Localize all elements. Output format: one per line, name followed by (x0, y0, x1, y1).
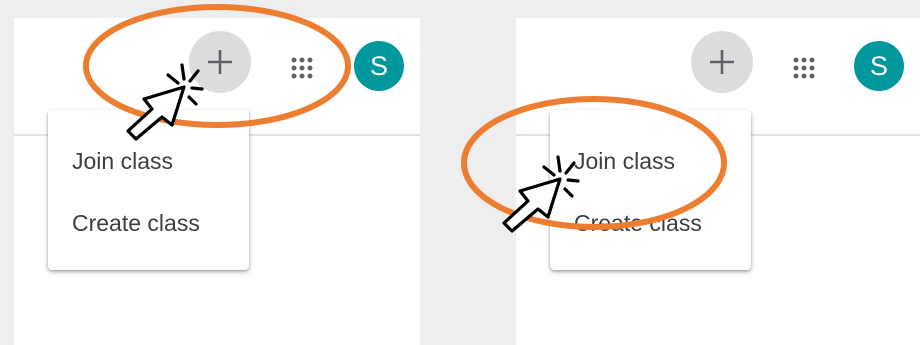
apps-grid-icon[interactable] (290, 56, 314, 80)
menu-item-join-class[interactable]: Join class (574, 148, 675, 175)
create-or-join-button[interactable] (189, 31, 251, 93)
menu-item-create-class[interactable]: Create class (574, 210, 702, 237)
class-action-menu: Join class Create class (48, 110, 249, 270)
plus-icon (208, 50, 232, 74)
menu-item-join-class[interactable]: Join class (72, 148, 173, 175)
account-avatar[interactable]: S (354, 41, 404, 91)
account-avatar[interactable]: S (854, 41, 904, 91)
class-action-menu: Join class Create class (550, 110, 751, 270)
screenshot-panel-1: S Join class Create class (14, 18, 420, 345)
plus-icon (710, 50, 734, 74)
create-or-join-button[interactable] (691, 31, 753, 93)
screenshot-panel-2: S Join class Create class (516, 18, 920, 345)
menu-item-create-class[interactable]: Create class (72, 210, 200, 237)
apps-grid-icon[interactable] (792, 56, 816, 80)
